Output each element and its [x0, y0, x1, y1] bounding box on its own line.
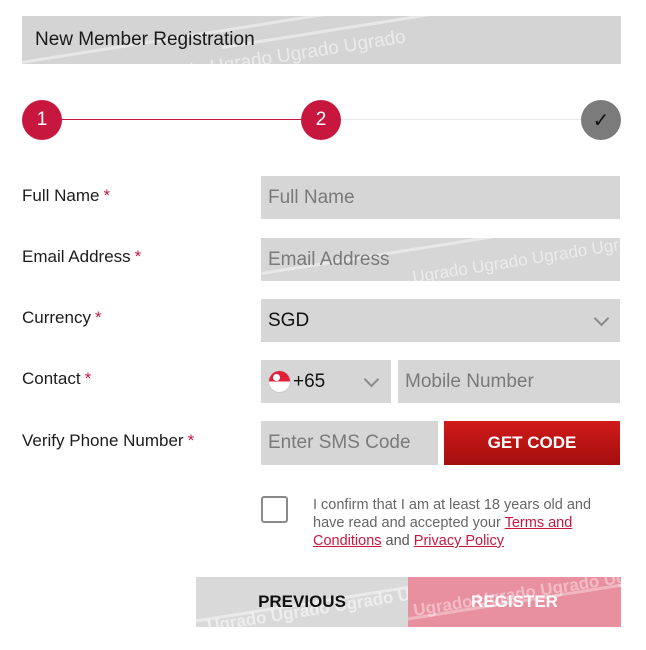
get-code-button[interactable]: GET CODE [444, 421, 620, 465]
step-connector-done [60, 119, 303, 120]
sms-code-placeholder: Enter SMS Code [268, 432, 411, 453]
email-label-text: Email Address [22, 247, 131, 266]
step-complete-check-icon: ✓ [581, 100, 621, 140]
sms-code-input[interactable]: Enter SMS Code [261, 421, 438, 465]
page-title: New Member Registration [35, 29, 255, 50]
singapore-flag-icon [268, 370, 291, 393]
full-name-label: Full Name * [22, 186, 110, 206]
consent-and: and [385, 533, 410, 549]
step-2: 2 [301, 100, 341, 140]
step-1: 1 [22, 100, 62, 140]
currency-value: SGD [268, 309, 310, 331]
full-name-placeholder: Full Name [268, 186, 355, 208]
required-asterisk: * [134, 247, 142, 266]
required-asterisk: * [84, 369, 92, 388]
consent-text: I confirm that I am at least 18 years ol… [313, 496, 613, 550]
previous-button[interactable]: Ugrado Ugrado Ugrado Ugrado PREVIOUS [196, 577, 408, 627]
country-code-value: +65 [293, 370, 326, 392]
required-asterisk: * [187, 431, 195, 450]
contact-label: Contact * [22, 369, 91, 389]
verify-phone-label-text: Verify Phone Number [22, 431, 184, 450]
register-label: REGISTER [471, 592, 558, 611]
email-placeholder: Email Address [268, 248, 390, 270]
required-asterisk: * [94, 308, 102, 327]
email-input[interactable]: Ugrado Ugrado Ugrado Ugrado Email Addres… [261, 238, 620, 281]
privacy-policy-link[interactable]: Privacy Policy [414, 533, 504, 549]
country-code-select[interactable]: +65 [261, 360, 391, 403]
chevron-down-icon [593, 310, 610, 327]
full-name-input[interactable]: Full Name [261, 176, 620, 219]
required-asterisk: * [103, 186, 111, 205]
chevron-down-icon [363, 371, 380, 388]
register-button[interactable]: Ugrado Ugrado Ugrado Ugrado REGISTER [408, 577, 621, 627]
watermark: Ugrado Ugrado Ugrado Ugrado [411, 238, 620, 281]
full-name-label-text: Full Name [22, 186, 100, 205]
registration-header: Ugrado Ugrado Ugrado Ugrado New Member R… [22, 16, 621, 64]
currency-label: Currency * [22, 308, 102, 328]
verify-phone-label: Verify Phone Number * [22, 431, 194, 451]
mobile-number-input[interactable]: Mobile Number [398, 360, 620, 403]
contact-label-text: Contact [22, 369, 81, 388]
step-connector-pending [340, 119, 582, 120]
currency-select[interactable]: SGD [261, 299, 620, 342]
age-confirm-checkbox[interactable] [261, 496, 288, 523]
previous-label: PREVIOUS [258, 592, 346, 611]
currency-label-text: Currency [22, 308, 91, 327]
mobile-number-placeholder: Mobile Number [405, 370, 534, 392]
email-label: Email Address * [22, 247, 141, 267]
